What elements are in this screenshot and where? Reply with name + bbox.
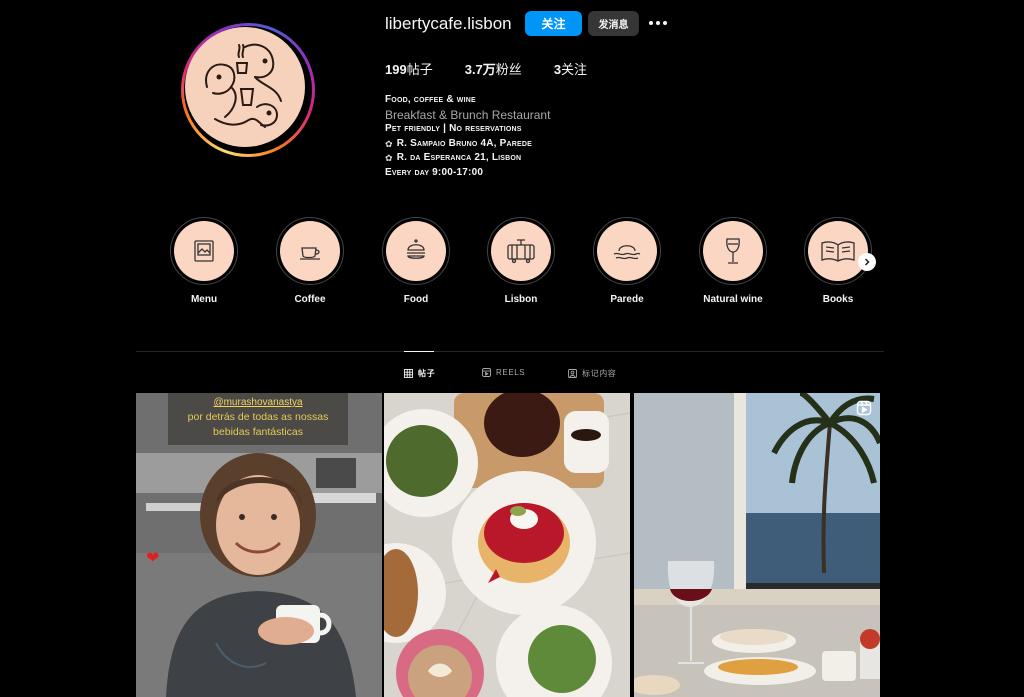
tab-reels[interactable]: REELS: [482, 368, 525, 377]
open-book-icon: [821, 241, 855, 262]
caption-line: por detrás de todas as nossas: [187, 411, 329, 423]
bio-line-food: Food, coffee & wine: [385, 94, 476, 105]
stat-following-label: 关注: [561, 62, 588, 77]
highlight-ring: [276, 217, 344, 285]
bio-line-parede: ✿ R. Sampaio Bruno 4A, Parede: [385, 137, 550, 152]
post-tile[interactable]: [634, 393, 880, 697]
highlight-ring: [487, 217, 555, 285]
highlight-menu[interactable]: Menu: [170, 217, 238, 305]
highlight-disc: [491, 221, 551, 281]
stat-followers[interactable]: 3.7万粉丝: [465, 59, 522, 78]
profile-avatar-ring[interactable]: [181, 23, 315, 157]
highlight-disc: [386, 221, 446, 281]
wine-glass-icon: [726, 238, 740, 264]
highlight-natural-wine[interactable]: Natural wine: [699, 217, 767, 305]
highlight-lisbon[interactable]: Lisbon: [487, 217, 555, 305]
highlight-label: Food: [403, 294, 429, 305]
message-button[interactable]: 发消息: [588, 11, 639, 36]
highlight-label: Menu: [190, 294, 218, 305]
highlight-disc: [597, 221, 657, 281]
avatar[interactable]: [185, 27, 305, 147]
sunset-waves-icon: [613, 245, 641, 260]
coffee-cup-icon: [300, 247, 320, 260]
highlight-disc: [703, 221, 763, 281]
highlight-coffee[interactable]: Coffee: [276, 217, 344, 305]
highlight-disc: [808, 221, 868, 281]
bio-address-parede: R. Sampaio Bruno 4A, Parede: [396, 137, 532, 149]
stat-posts-value: 199: [385, 62, 407, 77]
post-image-seaside-wine: [634, 393, 880, 697]
highlight-disc: [280, 221, 340, 281]
profile-username: libertycafe.lisbon: [385, 14, 512, 33]
reels-badge-icon: [856, 400, 872, 421]
highlight-parede[interactable]: Parede: [593, 217, 661, 305]
tab-tagged[interactable]: 标记内容: [568, 368, 616, 379]
burger-icon: [407, 239, 425, 259]
highlight-ring: [382, 217, 450, 285]
highlight-ring: [804, 217, 872, 285]
highlights-next-button[interactable]: [858, 253, 876, 271]
caption-handle: @murashovanastya: [213, 397, 303, 408]
bio-category: Breakfast & Brunch Restaurant: [385, 107, 551, 122]
chevron-right-icon: [864, 258, 870, 266]
bio-hours: Every day 9:00-17:00: [385, 166, 484, 178]
tabs-divider: [136, 351, 884, 352]
profile-bio: Food, coffee & wine Breakfast & Brunch R…: [385, 93, 550, 181]
highlight-label: Coffee: [294, 294, 326, 305]
tram-icon: [507, 239, 535, 264]
follow-button[interactable]: 关注: [525, 11, 582, 36]
reels-icon: [482, 368, 491, 377]
post-caption-overlay: @murashovanastya por detrás de todas as …: [168, 393, 348, 445]
highlight-food[interactable]: Food: [382, 217, 450, 305]
bio-address-lisbon: R. da Esperanca 21, Lisbon: [396, 152, 522, 164]
active-tab-indicator: [404, 351, 434, 352]
cafe-logo-illustration: [205, 43, 282, 128]
caption-line: bebidas fantásticas: [213, 426, 303, 438]
photo-frame-icon: [194, 240, 214, 262]
more-options-icon[interactable]: [648, 13, 668, 33]
tab-reels-label: REELS: [496, 368, 526, 377]
highlight-ring: [170, 217, 238, 285]
highlight-label: Natural wine: [703, 294, 763, 305]
stat-posts[interactable]: 199帖子: [385, 59, 433, 78]
stat-following-value: 3: [553, 62, 562, 77]
tagged-user-icon: [568, 369, 577, 378]
highlight-label: Parede: [610, 294, 644, 305]
stat-followers-value: 3.7万: [464, 62, 496, 77]
stat-following[interactable]: 3关注: [554, 59, 587, 78]
tab-posts-label: 帖子: [418, 369, 436, 378]
post-image-brunch-table: [384, 393, 630, 697]
tab-tagged-label: 标记内容: [582, 369, 617, 378]
highlight-label: Books: [822, 294, 854, 305]
post-tile[interactable]: [384, 393, 630, 697]
highlight-ring: [699, 217, 767, 285]
post-tile[interactable]: @murashovanastya por detrás de todas as …: [136, 393, 382, 697]
grid-icon: [404, 369, 413, 378]
highlight-ring: [593, 217, 661, 285]
flower-icon: ✿: [385, 153, 393, 164]
flower-icon: ✿: [385, 138, 393, 149]
highlight-label: Lisbon: [504, 294, 538, 305]
bio-line-pet: Pet friendly | No reservations: [385, 123, 522, 135]
tab-posts[interactable]: 帖子: [404, 368, 435, 379]
stat-followers-label: 粉丝: [495, 62, 522, 77]
heart-sticker-icon: ❤: [146, 550, 160, 567]
stat-posts-label: 帖子: [406, 62, 433, 77]
profile-stats: 199帖子 3.7万粉丝 3关注: [385, 59, 619, 78]
bio-line-lisbon: ✿ R. da Esperanca 21, Lisbon: [385, 151, 550, 166]
highlight-disc: [174, 221, 234, 281]
